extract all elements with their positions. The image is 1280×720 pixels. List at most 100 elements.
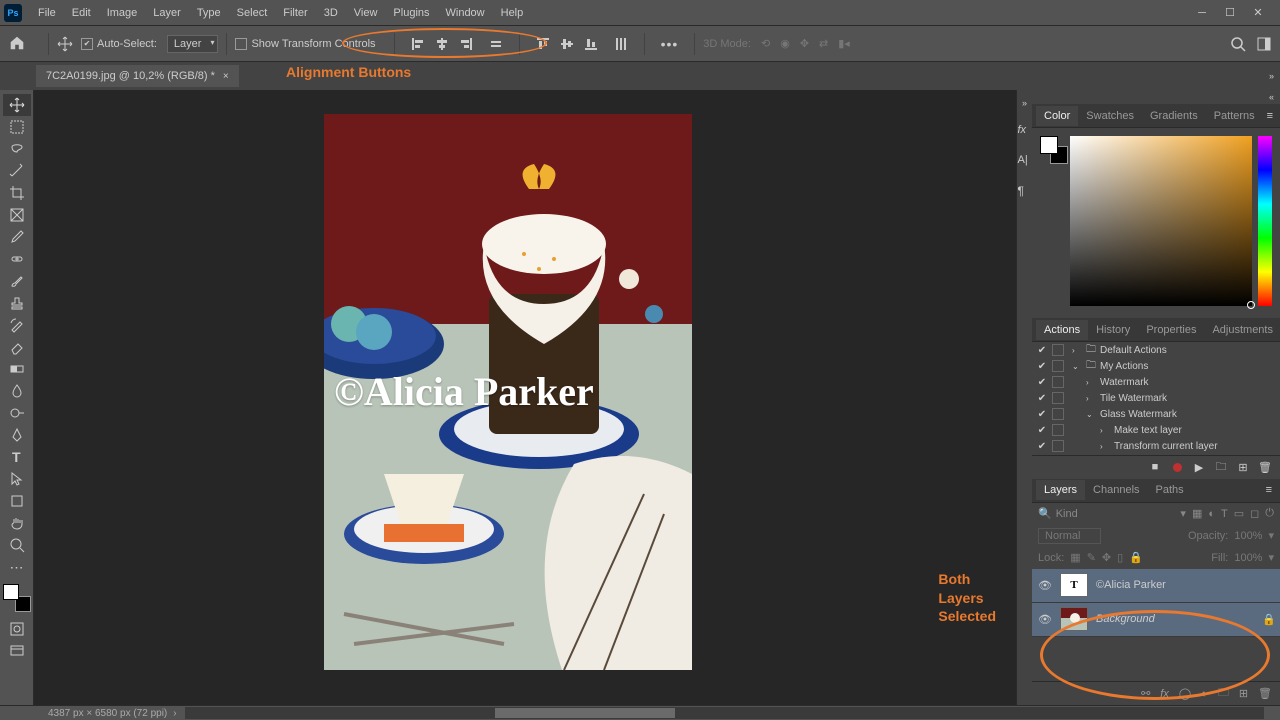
- visibility-icon[interactable]: 👁: [1038, 613, 1052, 626]
- panel-collapse-icon[interactable]: «: [1032, 90, 1280, 104]
- auto-select-dropdown[interactable]: Layer: [167, 35, 219, 53]
- lock-brush-icon[interactable]: ✎: [1087, 551, 1096, 564]
- blend-mode-dropdown[interactable]: Normal: [1038, 528, 1101, 544]
- minimize-button[interactable]: ─: [1194, 6, 1210, 20]
- visibility-icon[interactable]: 👁: [1038, 579, 1052, 592]
- more-options-icon[interactable]: •••: [661, 36, 679, 52]
- screen-mode-icon[interactable]: [3, 640, 31, 662]
- menu-3d[interactable]: 3D: [316, 3, 346, 23]
- eraser-tool[interactable]: [3, 336, 31, 358]
- fill-value[interactable]: 100%: [1234, 552, 1262, 564]
- layer-item[interactable]: 👁T©Alicia Parker: [1032, 569, 1280, 603]
- path-select-tool[interactable]: [3, 468, 31, 490]
- delete-layer-icon[interactable]: 🗑: [1258, 687, 1272, 700]
- action-row[interactable]: ✔›🗀Default Actions: [1032, 342, 1280, 358]
- action-row[interactable]: ✔›Make text layer: [1032, 422, 1280, 438]
- move-tool[interactable]: [3, 94, 31, 116]
- wand-tool[interactable]: [3, 160, 31, 182]
- hue-slider[interactable]: [1258, 136, 1272, 306]
- menu-view[interactable]: View: [346, 3, 386, 23]
- menu-help[interactable]: Help: [493, 3, 532, 23]
- tab-gradients[interactable]: Gradients: [1142, 106, 1206, 126]
- menu-image[interactable]: Image: [99, 3, 146, 23]
- tab-layers[interactable]: Layers: [1036, 480, 1085, 500]
- shape-tool[interactable]: [3, 490, 31, 512]
- eyedropper-tool[interactable]: [3, 226, 31, 248]
- menu-type[interactable]: Type: [189, 3, 229, 23]
- menu-file[interactable]: File: [30, 3, 64, 23]
- action-row[interactable]: ✔›Transform current layer: [1032, 438, 1280, 454]
- layer-name[interactable]: ©Alicia Parker: [1096, 579, 1274, 591]
- gradient-tool[interactable]: [3, 358, 31, 380]
- action-row[interactable]: ✔⌄Glass Watermark: [1032, 406, 1280, 422]
- tab-properties[interactable]: Properties: [1138, 320, 1204, 340]
- filter-smart-icon[interactable]: ◻: [1250, 507, 1259, 520]
- action-play-icon[interactable]: ▶: [1192, 460, 1206, 474]
- pen-tool[interactable]: [3, 424, 31, 446]
- filter-shape-icon[interactable]: ▭: [1234, 507, 1244, 520]
- blur-tool[interactable]: [3, 380, 31, 402]
- frame-tool[interactable]: [3, 204, 31, 226]
- doc-tab-collapse-icon[interactable]: »: [1269, 71, 1280, 81]
- maximize-button[interactable]: ☐: [1222, 6, 1238, 20]
- color-swatch-pair[interactable]: [1040, 136, 1064, 310]
- brush-tool[interactable]: [3, 270, 31, 292]
- 3d-pan-icon[interactable]: ✥: [800, 37, 809, 50]
- mask-icon[interactable]: ◯: [1179, 687, 1191, 700]
- action-record-icon[interactable]: [1170, 460, 1184, 474]
- new-layer-icon[interactable]: ⊞: [1239, 687, 1248, 700]
- heal-tool[interactable]: [3, 248, 31, 270]
- doc-info-chevron-icon[interactable]: ›: [173, 708, 176, 719]
- lock-artboard-icon[interactable]: ▯: [1117, 551, 1123, 564]
- quick-mask-icon[interactable]: [3, 618, 31, 640]
- lasso-tool[interactable]: [3, 138, 31, 160]
- auto-select-checkbox[interactable]: [81, 38, 93, 50]
- document-tab[interactable]: 7C2A0199.jpg @ 10,2% (RGB/8) * ×: [36, 65, 239, 87]
- align-bottom-icon[interactable]: [582, 35, 600, 53]
- lock-pixels-icon[interactable]: ▦: [1070, 551, 1080, 564]
- doc-info[interactable]: 4387 px × 6580 px (72 ppi): [48, 708, 167, 719]
- tab-actions[interactable]: Actions: [1036, 320, 1088, 340]
- filter-pixel-icon[interactable]: ▦: [1192, 507, 1202, 520]
- layer-item[interactable]: 👁Background🔒: [1032, 603, 1280, 637]
- menu-edit[interactable]: Edit: [64, 3, 99, 23]
- layers-panel-menu-icon[interactable]: ≡: [1262, 484, 1276, 496]
- 3d-roll-icon[interactable]: ◉: [780, 37, 790, 50]
- 3d-camera-icon[interactable]: ▮◂: [838, 37, 850, 50]
- document-tab-close-icon[interactable]: ×: [223, 71, 229, 82]
- home-icon[interactable]: [8, 34, 28, 54]
- type-tool[interactable]: T: [3, 446, 31, 468]
- fx-panel-icon[interactable]: fx: [1018, 124, 1032, 138]
- horizontal-scrollbar[interactable]: [185, 707, 1264, 719]
- marquee-tool[interactable]: [3, 116, 31, 138]
- tab-patterns[interactable]: Patterns: [1206, 106, 1263, 126]
- layer-name[interactable]: Background: [1096, 613, 1254, 625]
- opacity-value[interactable]: 100%: [1234, 530, 1262, 542]
- action-new-icon[interactable]: ⊞: [1236, 460, 1250, 474]
- edit-toolbar-icon[interactable]: ⋯: [3, 556, 31, 578]
- align-left-icon[interactable]: [409, 35, 427, 53]
- filter-type-icon[interactable]: T: [1221, 508, 1228, 520]
- align-hcenter-icon[interactable]: [433, 35, 451, 53]
- filter-toggle-icon[interactable]: ⏻: [1265, 507, 1274, 520]
- action-row[interactable]: ✔⌄🗀My Actions: [1032, 358, 1280, 374]
- filter-adjust-icon[interactable]: ◐: [1208, 508, 1215, 520]
- layer-kind-filter[interactable]: 🔍Kind▾: [1038, 507, 1186, 520]
- align-more-icon[interactable]: [487, 35, 505, 53]
- tab-color[interactable]: Color: [1036, 106, 1078, 126]
- align-top-icon[interactable]: [534, 35, 552, 53]
- search-icon[interactable]: [1230, 36, 1246, 52]
- tab-adjustments[interactable]: Adjustments: [1204, 320, 1280, 340]
- action-row[interactable]: ✔›Watermark: [1032, 374, 1280, 390]
- stamp-tool[interactable]: [3, 292, 31, 314]
- hand-tool[interactable]: [3, 512, 31, 534]
- 3d-orbit-icon[interactable]: ⟲: [761, 37, 770, 50]
- lock-all-icon[interactable]: 🔒: [1129, 551, 1143, 564]
- action-delete-icon[interactable]: 🗑: [1258, 460, 1272, 474]
- menu-layer[interactable]: Layer: [145, 3, 189, 23]
- crop-tool[interactable]: [3, 182, 31, 204]
- lock-move-icon[interactable]: ✥: [1102, 551, 1111, 564]
- menu-select[interactable]: Select: [229, 3, 276, 23]
- fx-icon[interactable]: fx: [1160, 688, 1169, 700]
- character-panel-icon[interactable]: A|: [1018, 154, 1032, 168]
